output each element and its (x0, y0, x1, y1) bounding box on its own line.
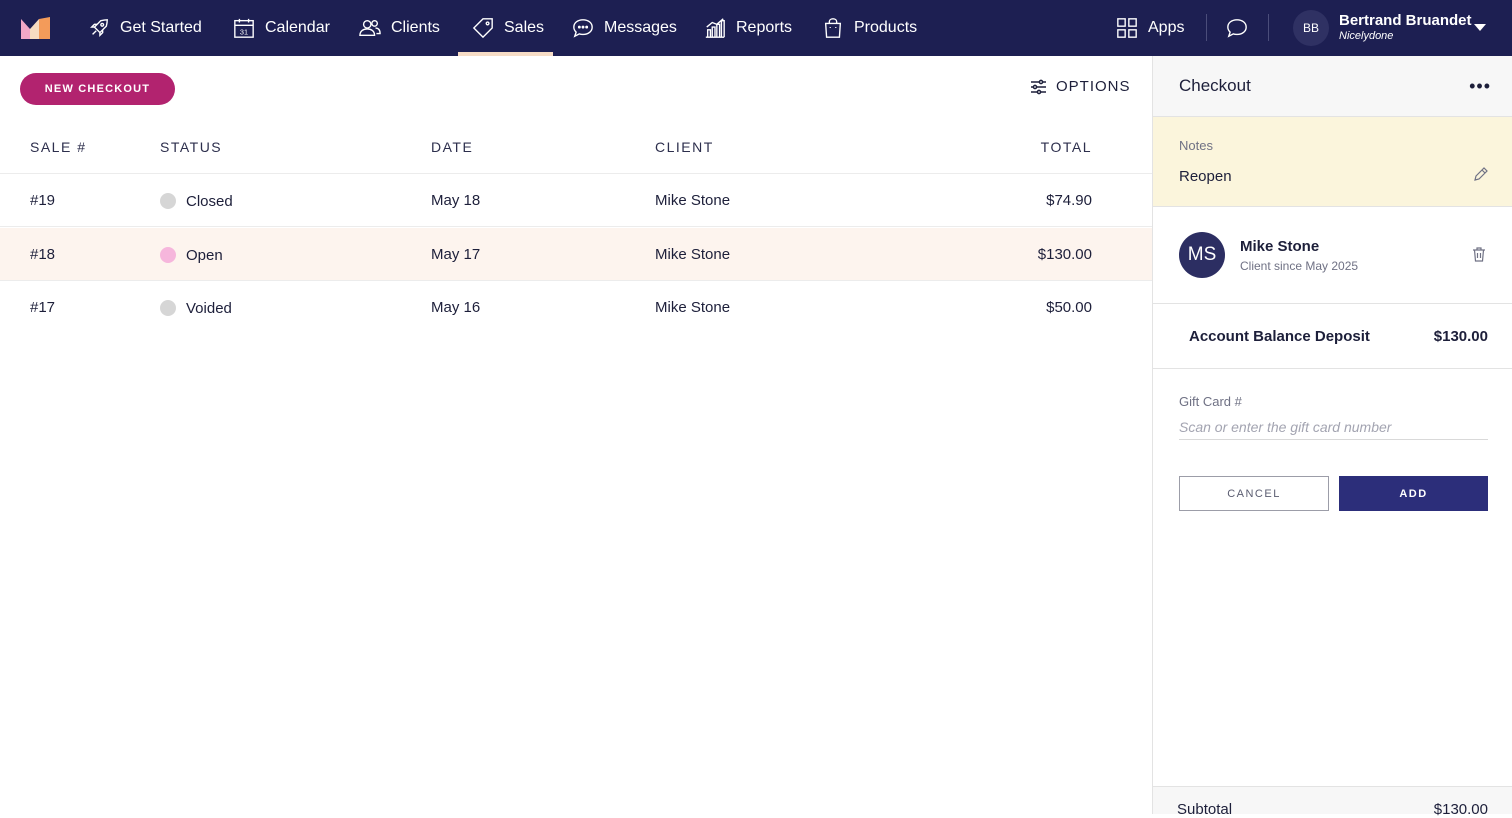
status-label: Closed (186, 193, 233, 210)
sale-number: #18 (30, 246, 56, 263)
client-card: MS Mike Stone Client since May 2025 (1153, 207, 1512, 304)
line-item-amount: $130.00 (1433, 328, 1488, 345)
bag-icon (824, 18, 842, 38)
status-label: Open (186, 247, 223, 264)
line-item[interactable]: Account Balance Deposit $130.00 (1153, 304, 1512, 369)
notes-value: Reopen (1179, 168, 1232, 185)
options-button[interactable]: OPTIONS (1030, 78, 1131, 95)
sale-total: $74.90 (1046, 192, 1092, 209)
app-logo[interactable] (21, 17, 50, 39)
panel-title: Checkout (1179, 76, 1251, 95)
nav-sales[interactable]: Sales (458, 0, 553, 56)
bar-chart-icon (705, 18, 725, 38)
status-dot (160, 247, 176, 263)
nav-label: Products (854, 19, 918, 36)
nav-label: Clients (391, 19, 440, 36)
sale-date: May 17 (431, 246, 481, 263)
calendar-day: 31 (240, 27, 248, 36)
client-name: Mike Stone (655, 299, 731, 316)
users-icon (359, 19, 381, 37)
divider (1268, 14, 1269, 41)
column-header-status[interactable]: STATUS (160, 139, 222, 155)
user-name[interactable]: Bertrand Bruandet (1339, 12, 1472, 29)
column-header-sale[interactable]: SALE # (30, 139, 86, 155)
client-avatar: MS (1179, 232, 1225, 278)
nav-calendar[interactable]: 31 Calendar (233, 0, 330, 56)
nav-messages[interactable]: Messages (572, 0, 677, 56)
client-name: Mike Stone (655, 192, 731, 209)
nav-label: Calendar (265, 19, 330, 36)
line-item-label: Account Balance Deposit (1189, 328, 1370, 345)
table-row[interactable]: #19 Closed May 18 Mike Stone $74.90 (0, 174, 1152, 227)
grid-icon (1117, 18, 1137, 38)
new-checkout-button[interactable]: NEW CHECKOUT (20, 73, 175, 105)
sale-number: #17 (30, 299, 56, 316)
top-navigation: Get Started 31 Calendar Clients Sales Me… (0, 0, 1512, 56)
sale-total: $130.00 (1037, 246, 1092, 263)
nav-apps[interactable]: Apps (1116, 0, 1184, 56)
sale-date: May 16 (431, 299, 481, 316)
options-label: OPTIONS (1056, 78, 1131, 95)
status-dot (160, 193, 176, 209)
add-button[interactable]: ADD (1339, 476, 1488, 511)
user-organization: Nicelydone (1339, 30, 1394, 42)
pencil-icon[interactable] (1473, 166, 1489, 182)
notes-label: Notes (1179, 138, 1213, 153)
column-header-date[interactable]: DATE (431, 139, 473, 155)
subtotal-bar: Subtotal $130.00 (1153, 786, 1512, 818)
nav-clients[interactable]: Clients (359, 0, 440, 56)
column-header-client[interactable]: CLIENT (655, 139, 714, 155)
chat-icon (573, 19, 593, 38)
subtotal-label: Subtotal (1177, 801, 1233, 818)
checkout-header: Checkout ••• (1153, 56, 1512, 117)
status-label: Voided (186, 300, 232, 317)
table-row-selected[interactable]: #18 Open May 17 Mike Stone $130.00 (0, 228, 1152, 281)
speech-bubble-icon (1227, 19, 1247, 38)
gift-card-input[interactable] (1179, 414, 1488, 440)
rocket-icon (90, 19, 108, 37)
nav-label: Reports (736, 19, 793, 36)
client-since: Client since May 2025 (1240, 259, 1359, 273)
nav-get-started[interactable]: Get Started (88, 0, 202, 56)
divider (1206, 14, 1207, 41)
notes-section[interactable]: Notes Reopen (1153, 117, 1512, 207)
nav-reports[interactable]: Reports (704, 0, 792, 56)
nav-label: Get Started (120, 19, 202, 36)
chevron-down-icon[interactable] (1474, 24, 1486, 31)
gift-card-label: Gift Card # (1179, 394, 1242, 409)
table-row[interactable]: #17 Voided May 16 Mike Stone $50.00 (0, 281, 1152, 334)
nav-label: Apps (1148, 19, 1185, 36)
sliders-icon (1031, 79, 1046, 94)
nav-label: Messages (604, 19, 677, 36)
calendar-icon: 31 (234, 18, 254, 38)
column-header-total[interactable]: TOTAL (1041, 139, 1092, 155)
subtotal-amount: $130.00 (1433, 801, 1488, 818)
user-avatar[interactable]: BB (1293, 10, 1329, 46)
sale-number: #19 (30, 192, 56, 209)
checkout-panel: Checkout ••• Notes Reopen MS Mike Stone … (1152, 56, 1512, 818)
status-dot (160, 300, 176, 316)
nav-label: Sales (504, 19, 545, 36)
sale-total: $50.00 (1046, 299, 1092, 316)
nav-products[interactable]: Products (822, 0, 917, 56)
cancel-button[interactable]: CANCEL (1179, 476, 1329, 511)
chat-button[interactable] (1226, 0, 1248, 56)
client-name: Mike Stone (655, 246, 731, 263)
tag-icon (472, 18, 493, 39)
trash-icon[interactable] (1471, 246, 1487, 262)
client-name[interactable]: Mike Stone (1240, 238, 1319, 255)
sale-date: May 18 (431, 192, 481, 209)
more-options-icon[interactable]: ••• (1469, 77, 1491, 95)
